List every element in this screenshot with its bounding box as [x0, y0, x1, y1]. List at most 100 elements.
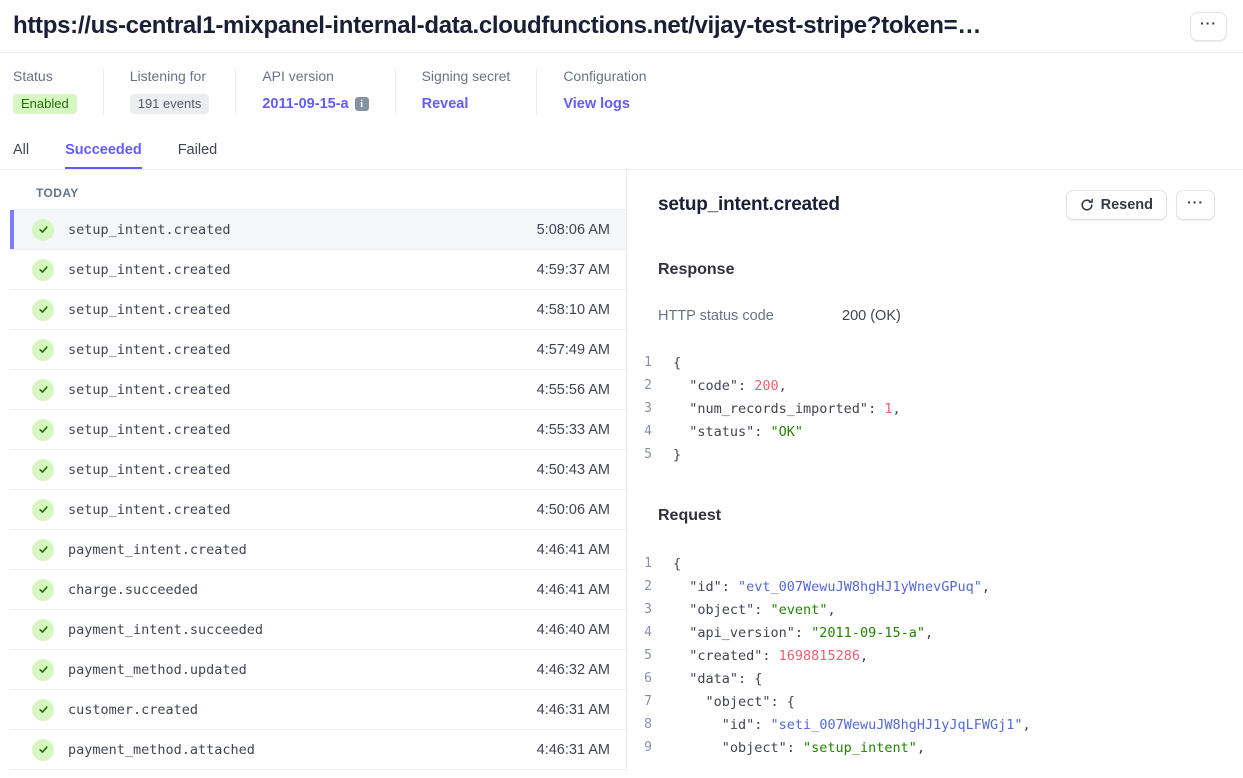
header-overflow-button[interactable]: ··· — [1190, 12, 1227, 41]
code-line: 8 "id": "seti_007WewuJW8hgHJ1yJqLFWGj1", — [640, 713, 1215, 736]
status-bar: Status Enabled Listening for191 events API … — [0, 53, 1243, 115]
code-line: 4 "status": "OK" — [640, 420, 1215, 443]
page-header: https://us-central1-mixpanel-internal-da… — [0, 0, 1243, 53]
tab-failed[interactable]: Failed — [178, 142, 218, 169]
event-detail-title: setup_intent.created — [658, 194, 840, 216]
event-time: 4:46:40 AM — [537, 622, 610, 638]
line-number: 5 — [640, 447, 652, 462]
detail-header: setup_intent.created Resend ··· — [658, 190, 1215, 220]
line-number: 5 — [640, 648, 652, 663]
event-row[interactable]: payment_intent.created4:46:41 AM — [10, 530, 626, 570]
event-row[interactable]: setup_intent.created 4:50:06 AM — [10, 490, 626, 530]
status-badge: Enabled — [13, 94, 77, 114]
event-time: 4:58:10 AM — [537, 302, 610, 318]
line-number: 9 — [640, 740, 652, 755]
event-list-inner: TODAY setup_intent.created5:08:06 AMsetu… — [10, 170, 626, 770]
check-circle-icon — [32, 539, 54, 561]
check-circle-icon — [32, 459, 54, 481]
check-circle-icon — [32, 419, 54, 441]
code-line: 6 "data": { — [640, 667, 1215, 690]
event-time: 4:46:31 AM — [537, 742, 610, 758]
event-time: 4:50:06 AM — [537, 502, 610, 518]
status-item-label: Configuration — [563, 68, 646, 84]
event-row[interactable]: setup_intent.created4:57:49 AM — [10, 330, 626, 370]
event-name: setup_intent.created — [68, 302, 231, 318]
code-line: 7 "object": { — [640, 690, 1215, 713]
request-section-heading: Request — [658, 507, 1215, 525]
event-row[interactable]: payment_intent.succeeded4:46:40 AM — [10, 610, 626, 650]
code-line: 1{ — [640, 552, 1215, 575]
2011-09-15-a-link[interactable]: 2011-09-15-a — [262, 96, 348, 112]
code-line: 2 "id": "evt_007WewuJW8hgHJ1yWnevGPuq", — [640, 575, 1215, 598]
event-name: payment_method.attached — [68, 742, 255, 758]
event-row[interactable]: setup_intent.created 5:08:06 AM — [10, 210, 626, 250]
event-time: 4:46:41 AM — [537, 582, 610, 598]
status-item-label: Status — [13, 68, 77, 84]
check-circle-icon — [32, 579, 54, 601]
event-row[interactable]: setup_intent.created4:59:37 AM — [10, 250, 626, 290]
resend-button[interactable]: Resend — [1066, 190, 1167, 220]
date-group-label: TODAY — [10, 170, 626, 210]
event-row[interactable]: setup_intent.created4:50:43 AM — [10, 450, 626, 490]
check-circle-icon — [32, 219, 54, 241]
response-section-heading: Response — [658, 261, 1215, 279]
event-name: payment_intent.created — [68, 542, 247, 558]
status-item-label: Signing secret — [422, 68, 511, 84]
event-row[interactable]: setup_intent.created 4:58:10 AM — [10, 290, 626, 330]
status-item-api-version: API version 2011-09-15-a i — [262, 68, 395, 115]
event-time: 4:55:33 AM — [537, 422, 610, 438]
detail-overflow-button[interactable]: ··· — [1176, 190, 1215, 220]
event-row[interactable]: payment_method.updated 4:46:32 AM — [10, 650, 626, 690]
status-badge: 191 events — [130, 94, 210, 114]
http-status-value: 200 (OK) — [842, 308, 901, 324]
check-circle-icon — [32, 659, 54, 681]
event-rows: setup_intent.created5:08:06 AMsetup_inte… — [10, 210, 626, 770]
detail-actions: Resend ··· — [1066, 190, 1215, 220]
info-icon: i — [355, 97, 369, 111]
event-time: 4:46:31 AM — [537, 702, 610, 718]
event-row[interactable]: setup_intent.created4:55:56 AM — [10, 370, 626, 410]
tab-all[interactable]: All — [13, 142, 29, 169]
check-circle-icon — [32, 699, 54, 721]
check-circle-icon — [32, 379, 54, 401]
event-time: 5:08:06 AM — [537, 222, 610, 238]
line-number: 8 — [640, 717, 652, 732]
event-row[interactable]: payment_method.attached 4:46:31 AM — [10, 730, 626, 770]
status-item-status: Status Enabled — [13, 68, 104, 115]
tab-succeeded[interactable]: Succeeded — [65, 142, 142, 169]
event-name: setup_intent.created — [68, 382, 231, 398]
status-item-label: API version — [262, 68, 368, 84]
status-item-listening-for: Listening for191 events — [130, 68, 237, 115]
event-filter-tabs: All Succeeded Failed — [0, 142, 1243, 170]
line-number: 4 — [640, 625, 652, 640]
status-item-signing-secret: Signing secret Reveal — [422, 68, 538, 115]
event-row[interactable]: customer.created 4:46:31 AM — [10, 690, 626, 730]
code-line: 1{ — [640, 351, 1215, 374]
code-line: 9 "object": "setup_intent", — [640, 736, 1215, 759]
line-number: 3 — [640, 602, 652, 617]
event-name: payment_method.updated — [68, 662, 247, 678]
check-circle-icon — [32, 339, 54, 361]
view-logs-link[interactable]: View logs — [563, 96, 630, 112]
check-circle-icon — [32, 619, 54, 641]
http-status-label: HTTP status code — [658, 308, 842, 324]
event-name: setup_intent.created — [68, 222, 231, 238]
status-item-configuration: Configuration View logs — [563, 68, 672, 115]
reveal-link[interactable]: Reveal — [422, 96, 469, 112]
code-line: 3 "num_records_imported": 1, — [640, 397, 1215, 420]
line-number: 1 — [640, 556, 652, 571]
event-name: setup_intent.created — [68, 262, 231, 278]
line-number: 2 — [640, 378, 652, 393]
line-number: 1 — [640, 355, 652, 370]
code-line: 4 "api_version": "2011-09-15-a", — [640, 621, 1215, 644]
check-circle-icon — [32, 499, 54, 521]
code-line: 3 "object": "event", — [640, 598, 1215, 621]
event-row[interactable]: setup_intent.created4:55:33 AM — [10, 410, 626, 450]
line-number: 7 — [640, 694, 652, 709]
event-time: 4:46:32 AM — [537, 662, 610, 678]
event-name: customer.created — [68, 702, 198, 718]
event-name: setup_intent.created — [68, 502, 231, 518]
request-code-block: 1{2 "id": "evt_007WewuJW8hgHJ1yWnevGPuq"… — [640, 552, 1215, 759]
code-line: 2 "code": 200, — [640, 374, 1215, 397]
event-row[interactable]: charge.succeeded4:46:41 AM — [10, 570, 626, 610]
